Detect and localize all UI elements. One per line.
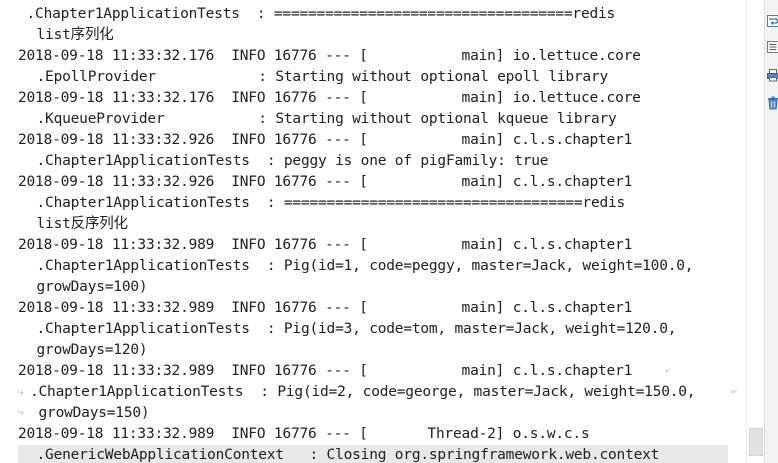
log-line: .Chapter1ApplicationTests : ============… [28, 195, 626, 211]
log-line: growDays=100) [28, 279, 148, 295]
log-line: 2018-09-18 11:33:32.176 INFO 16776 --- [… [18, 48, 641, 64]
log-line: list序列化 [28, 27, 114, 43]
log-line-current: .GenericWebApplicationContext : Closing … [18, 445, 728, 463]
log-line: .Chapter1ApplicationTests : Pig(id=1, co… [28, 258, 694, 274]
scrollbar-thumb[interactable] [749, 428, 763, 456]
log-line: .KqueueProvider : Starting without optio… [28, 111, 617, 127]
scroll-to-end-icon[interactable] [767, 40, 778, 54]
log-line: 2018-09-18 11:33:32.989 INFO 16776 --- [… [18, 237, 633, 253]
log-line: .Chapter1ApplicationTests : ============… [18, 6, 616, 22]
log-line: 2018-09-18 11:33:32.989 INFO 16776 --- [… [18, 300, 633, 316]
log-line: .Chapter1ApplicationTests : peggy is one… [28, 153, 549, 169]
console-toolbar [764, 0, 778, 463]
log-line: growDays=120) [28, 342, 148, 358]
log-line: .Chapter1ApplicationTests : Pig(id=2, co… [30, 384, 696, 400]
log-line: 2018-09-18 11:33:32.989 INFO 16776 --- [… [18, 426, 590, 442]
wrap-marker-icon: ⤷ [18, 407, 24, 418]
log-line: list反序列化 [28, 216, 129, 232]
console-output[interactable]: .Chapter1ApplicationTests : ============… [0, 0, 746, 463]
wrap-marker-icon: ⤷ [18, 387, 24, 398]
log-line: 2018-09-18 11:33:32.989 INFO 16776 --- [… [18, 363, 633, 379]
log-line: 2018-09-18 11:33:32.176 INFO 16776 --- [… [18, 90, 641, 106]
print-icon[interactable] [767, 68, 778, 82]
log-line: .Chapter1ApplicationTests : Pig(id=3, co… [28, 321, 677, 337]
trash-icon[interactable] [767, 96, 778, 110]
log-line: .EpollProvider : Starting without option… [28, 69, 609, 85]
log-line: growDays=150) [30, 405, 150, 421]
log-line: 2018-09-18 11:33:32.926 INFO 16776 --- [… [18, 132, 633, 148]
log-line: 2018-09-18 11:33:32.926 INFO 16776 --- [… [18, 174, 633, 190]
wrap-marker-icon: ⤶ [665, 365, 671, 376]
soft-wrap-icon[interactable] [767, 14, 778, 28]
wrap-marker-icon: ⤶ [731, 386, 737, 397]
vertical-scrollbar[interactable] [746, 0, 765, 463]
